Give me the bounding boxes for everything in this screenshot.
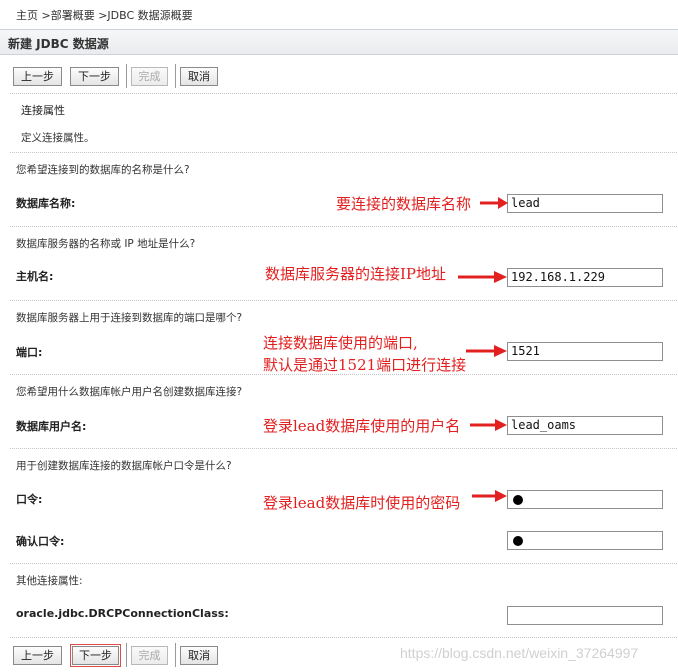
host-name-question: 数据库服务器的名称或 IP 地址是什么? xyxy=(16,238,196,250)
annotation-host-name: 数据库服务器的连接IP地址 xyxy=(265,265,447,283)
divider xyxy=(10,448,677,449)
password-mask-dot xyxy=(513,495,523,505)
divider xyxy=(10,226,677,227)
annotation-port-line1: 连接数据库使用的端口, xyxy=(263,334,418,352)
host-name-label: 主机名: xyxy=(16,270,54,283)
host-name-input[interactable]: 192.168.1.229 xyxy=(507,268,663,287)
annotation-db-user: 登录lead数据库使用的用户名 xyxy=(263,417,461,435)
db-user-label: 数据库用户名: xyxy=(16,420,87,433)
back-button-top[interactable]: 上一步 xyxy=(13,67,62,86)
next-button-bottom[interactable]: 下一步 xyxy=(70,644,121,667)
arrow-right-icon xyxy=(480,197,508,209)
toolbar-divider xyxy=(126,64,127,88)
confirm-password-input[interactable] xyxy=(507,531,663,550)
section-description: 定义连接属性。 xyxy=(21,132,95,144)
other-properties-question: 其他连接属性: xyxy=(16,575,83,587)
db-user-question: 您希望用什么数据库帐户用户名创建数据库连接? xyxy=(16,386,243,398)
finish-button-bottom[interactable]: 完成 xyxy=(131,646,168,665)
section-title: 连接属性 xyxy=(21,104,65,117)
breadcrumb: 主页 >部署概要 >JDBC 数据源概要 xyxy=(16,9,193,22)
back-button-bottom[interactable]: 上一步 xyxy=(13,646,62,665)
cancel-button-bottom[interactable]: 取消 xyxy=(180,646,218,665)
arrow-right-icon xyxy=(466,345,507,357)
password-label: 口令: xyxy=(16,493,43,506)
finish-button-top[interactable]: 完成 xyxy=(131,67,168,86)
toolbar-divider xyxy=(126,643,127,667)
database-name-label: 数据库名称: xyxy=(16,197,76,210)
db-user-input[interactable]: lead_oams xyxy=(507,416,663,435)
password-input[interactable] xyxy=(507,490,663,509)
toolbar-divider xyxy=(175,64,176,88)
toolbar-divider xyxy=(175,643,176,667)
drcp-class-input[interactable] xyxy=(507,606,663,625)
password-question: 用于创建数据库连接的数据库帐户口令是什么? xyxy=(16,460,232,472)
divider xyxy=(10,300,677,301)
port-label: 端口: xyxy=(16,346,43,359)
database-name-question: 您希望连接到的数据库的名称是什么? xyxy=(16,164,190,176)
page-title: 新建 JDBC 数据源 xyxy=(0,29,678,55)
divider xyxy=(10,152,677,153)
port-input[interactable]: 1521 xyxy=(507,342,663,361)
cancel-button-top[interactable]: 取消 xyxy=(180,67,218,86)
port-question: 数据库服务器上用于连接到数据库的端口是哪个? xyxy=(16,312,243,324)
drcp-class-label: oracle.jdbc.DRCPConnectionClass: xyxy=(16,607,229,620)
annotation-password: 登录lead数据库时使用的密码 xyxy=(263,494,461,512)
arrow-right-icon xyxy=(470,419,507,431)
arrow-right-icon xyxy=(458,271,507,283)
divider xyxy=(10,637,677,638)
arrow-right-icon xyxy=(472,490,507,502)
database-name-input[interactable]: lead xyxy=(507,194,663,213)
annotation-port-line2: 默认是通过1521端口进行连接 xyxy=(263,356,467,374)
next-button-top[interactable]: 下一步 xyxy=(70,67,119,86)
watermark: https://blog.csdn.net/weixin_37264997 xyxy=(400,645,639,661)
divider xyxy=(10,93,677,94)
confirm-password-label: 确认口令: xyxy=(16,535,65,548)
password-mask-dot xyxy=(513,536,523,546)
divider xyxy=(10,563,677,564)
annotation-database-name: 要连接的数据库名称 xyxy=(336,195,472,213)
